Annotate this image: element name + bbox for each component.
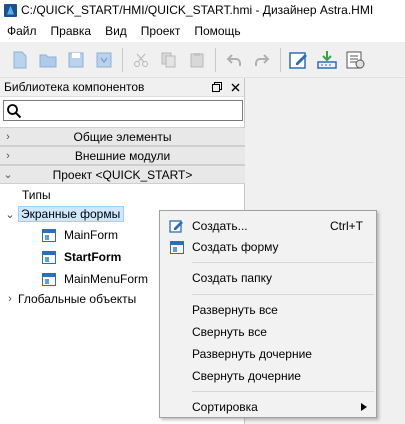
edit-icon xyxy=(289,51,307,69)
tree-item-label: Экранные формы xyxy=(18,206,125,222)
search-icon xyxy=(7,104,22,119)
toolbar-separator xyxy=(122,47,123,72)
build-icon xyxy=(346,51,365,68)
menu-separator xyxy=(192,391,374,392)
cut-button[interactable] xyxy=(127,46,155,74)
tree-item-mainmenuform[interactable]: MainMenuForm xyxy=(42,269,148,289)
tree-item-label: Типы xyxy=(22,188,51,202)
tree-item-screen-forms[interactable]: ⌄ Экранные формы xyxy=(2,204,125,224)
save-icon xyxy=(68,52,84,67)
menu-bar: Файл Правка Вид Проект Помощь xyxy=(0,20,405,42)
float-window-icon xyxy=(212,82,222,92)
search-input[interactable] xyxy=(3,100,243,121)
tree-item-startform[interactable]: StartForm xyxy=(42,247,121,267)
menu-item-label: Сортировка xyxy=(192,400,258,414)
cut-icon xyxy=(134,53,148,67)
menu-item-label: Свернуть дочерние xyxy=(192,369,301,383)
chevron-right-icon: › xyxy=(8,293,12,305)
context-menu: Создать... Ctrl+T Создать форму Создать … xyxy=(159,210,377,418)
form-icon xyxy=(42,272,56,286)
open-button[interactable] xyxy=(34,46,62,74)
menu-separator xyxy=(192,262,374,263)
form-icon xyxy=(42,228,56,242)
toolbar-separator xyxy=(215,47,216,72)
menu-item-label: Развернуть дочерние xyxy=(192,347,312,361)
new-document-button[interactable] xyxy=(6,46,34,74)
undo-icon xyxy=(226,53,241,66)
menu-project[interactable]: Проект xyxy=(134,20,188,42)
save-button[interactable] xyxy=(62,46,90,74)
menu-item-label: Создать... xyxy=(192,219,248,233)
toolbar xyxy=(0,42,405,78)
open-folder-icon xyxy=(39,54,57,67)
copy-icon xyxy=(161,52,176,67)
chevron-right-icon: › xyxy=(6,130,10,143)
tree-item-label: MainForm xyxy=(64,228,119,242)
menu-item-collapse-children[interactable]: Свернуть дочерние xyxy=(162,365,374,387)
tree-item-types[interactable]: Типы xyxy=(4,185,51,205)
tree-item-mainform[interactable]: MainForm xyxy=(42,225,118,245)
save-all-button[interactable] xyxy=(90,46,118,74)
menu-item-label: Развернуть все xyxy=(192,303,278,317)
save-all-icon xyxy=(96,52,112,67)
undo-button[interactable] xyxy=(220,46,248,74)
app-logo-icon xyxy=(4,3,17,17)
menu-item-expand-all[interactable]: Развернуть все xyxy=(162,299,374,321)
menu-item-expand-children[interactable]: Развернуть дочерние xyxy=(162,343,374,365)
section-external-modules[interactable]: › Внешние модули xyxy=(0,146,245,165)
paste-icon xyxy=(190,52,204,67)
submenu-arrow-icon xyxy=(361,403,367,411)
form-icon xyxy=(42,250,56,264)
menu-item-collapse-all[interactable]: Свернуть все xyxy=(162,321,374,343)
tree-item-label: MainMenuForm xyxy=(64,272,149,286)
edit-button[interactable] xyxy=(285,46,313,74)
menu-file[interactable]: Файл xyxy=(0,20,44,42)
panel-title: Библиотека компонентов xyxy=(4,80,145,94)
edit-icon xyxy=(169,220,183,233)
copy-button[interactable] xyxy=(155,46,183,74)
chevron-right-icon: › xyxy=(6,149,10,162)
title-bar: C:/QUICK_START/HMI/QUICK_START.hmi - Диз… xyxy=(0,0,405,20)
close-icon xyxy=(231,83,239,91)
tree-item-label: Глобальные объекты xyxy=(18,292,137,306)
window-title: C:/QUICK_START/HMI/QUICK_START.hmi - Диз… xyxy=(21,3,374,17)
section-project[interactable]: ⌄ Проект <QUICK_START> xyxy=(0,165,245,184)
form-icon xyxy=(170,240,184,254)
paste-button[interactable] xyxy=(183,46,211,74)
tree-item-label: StartForm xyxy=(64,250,122,264)
section-general-elements[interactable]: › Общие элементы xyxy=(0,127,245,146)
menu-item-sort[interactable]: Сортировка xyxy=(162,396,374,418)
menu-item-label: Создать форму xyxy=(192,240,279,254)
section-label: Общие элементы xyxy=(73,129,172,144)
menu-help[interactable]: Помощь xyxy=(187,20,247,42)
close-panel-button[interactable] xyxy=(226,78,244,96)
shortcut-label: Ctrl+T xyxy=(330,219,363,233)
redo-button[interactable] xyxy=(248,46,276,74)
menu-separator xyxy=(192,294,374,295)
menu-item-create-folder[interactable]: Создать папку xyxy=(162,267,374,289)
menu-view[interactable]: Вид xyxy=(98,20,134,42)
menu-edit[interactable]: Правка xyxy=(44,20,99,42)
download-icon xyxy=(317,50,337,69)
section-label: Проект <QUICK_START> xyxy=(52,167,193,182)
section-label: Внешние модули xyxy=(74,148,171,163)
tree-item-global-objects[interactable]: › Глобальные объекты xyxy=(2,289,136,309)
toolbar-separator xyxy=(280,47,281,72)
menu-item-create[interactable]: Создать... Ctrl+T xyxy=(162,215,374,237)
chevron-down-icon: ⌄ xyxy=(3,169,13,181)
chevron-down-icon: ⌄ xyxy=(5,208,15,221)
menu-item-label: Свернуть все xyxy=(192,325,267,339)
float-panel-button[interactable] xyxy=(208,78,226,96)
menu-item-create-form[interactable]: Создать форму xyxy=(162,236,374,258)
panel-header: Библиотека компонентов xyxy=(0,78,244,97)
menu-item-label: Создать папку xyxy=(192,271,272,285)
redo-icon xyxy=(255,53,270,66)
new-document-icon xyxy=(13,51,27,68)
download-button[interactable] xyxy=(313,46,341,74)
build-button[interactable] xyxy=(341,46,369,74)
